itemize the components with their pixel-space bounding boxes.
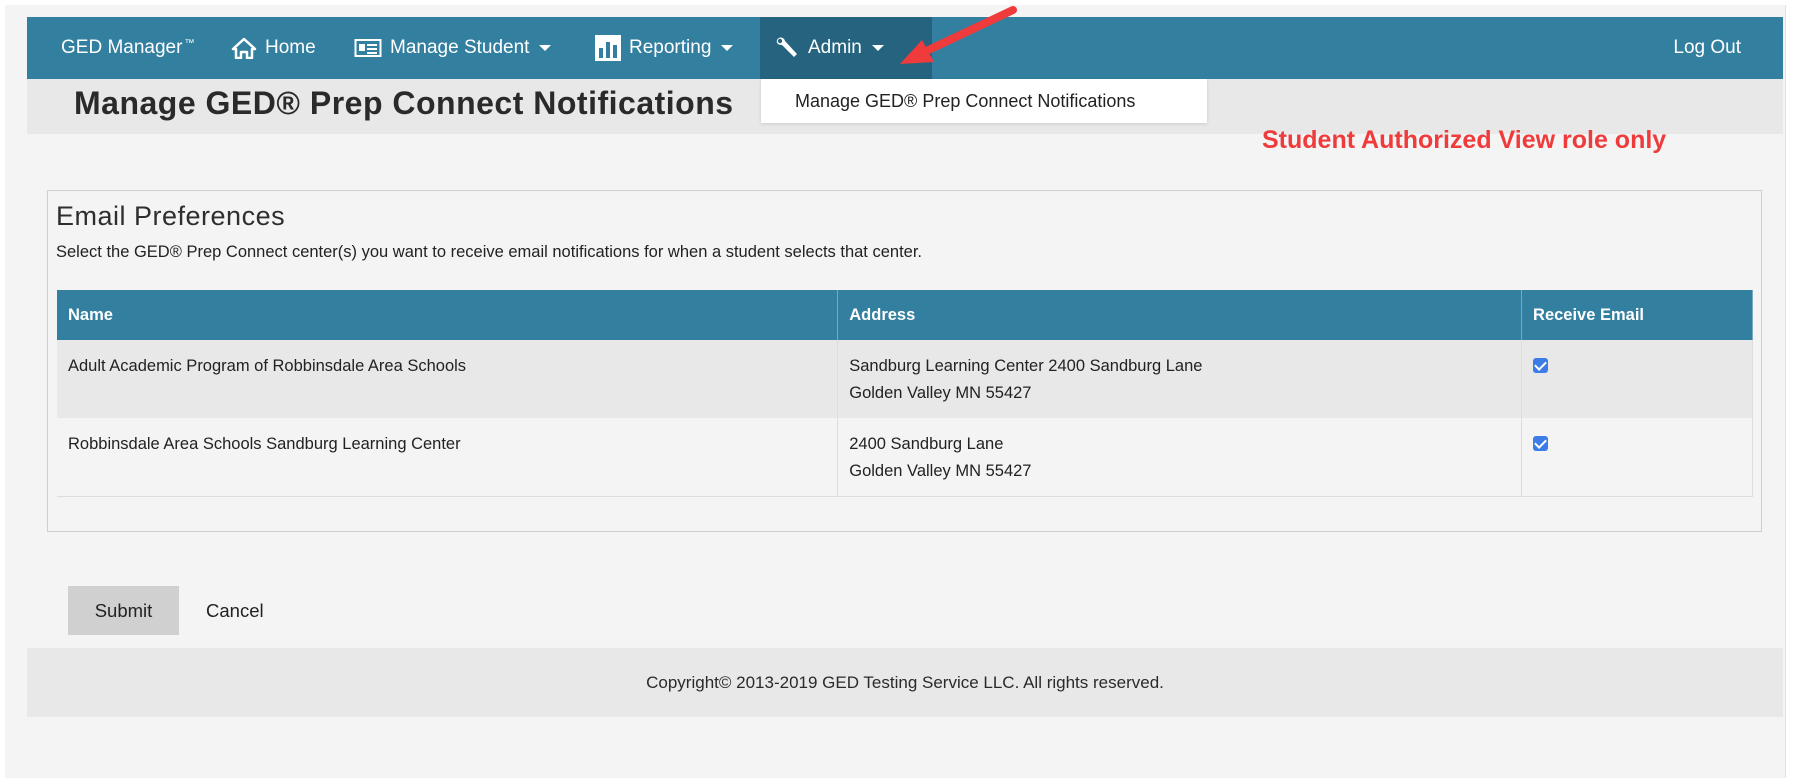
admin-dropdown-menu: Manage GED® Prep Connect Notifications [761,79,1207,123]
cell-receive-email [1521,418,1753,497]
nav-manage-student[interactable]: Manage Student [354,17,552,79]
nav-reporting-label: Reporting [629,37,712,58]
cancel-button[interactable]: Cancel [206,586,264,635]
address-line1: Sandburg Learning Center 2400 Sandburg L… [849,357,1203,375]
address-line2: Golden Valley MN 55427 [849,462,1032,480]
address-line2: Golden Valley MN 55427 [849,384,1032,402]
trademark-mark: ™ [184,38,195,49]
id-card-icon [354,38,382,58]
cell-name: Adult Academic Program of Robbinsdale Ar… [57,340,839,418]
table-header-row: Name Address Receive Email [57,290,1753,340]
page-title: Manage GED® Prep Connect Notifications [74,85,734,121]
receive-email-checkbox[interactable] [1533,436,1549,451]
caret-down-icon [871,45,884,51]
arrow-annotation [900,6,1017,64]
logout-link[interactable]: Log Out [1673,17,1741,79]
cell-address: 2400 Sandburg Lane Golden Valley MN 5542… [837,418,1523,497]
submit-button[interactable]: Submit [68,586,179,635]
nav-home-label: Home [265,37,316,58]
receive-email-checkbox[interactable] [1533,358,1549,373]
centers-table: Name Address Receive Email Adult Academi… [57,290,1753,497]
panel-heading: Email Preferences [56,201,286,231]
panel-description: Select the GED® Prep Connect center(s) y… [56,243,923,261]
table-row: Adult Academic Program of Robbinsdale Ar… [57,340,1753,418]
nav-manage-student-label: Manage Student [390,37,530,58]
column-header-address[interactable]: Address [837,290,1523,340]
footer-copyright: Copyright© 2013-2019 GED Testing Service… [27,648,1783,717]
address-line1: 2400 Sandburg Lane [849,435,1004,453]
column-header-receive-email[interactable]: Receive Email [1521,290,1753,340]
email-preferences-panel: Email Preferences Select the GED® Prep C… [47,190,1762,532]
bar-chart-icon [595,35,621,61]
nav-reporting[interactable]: Reporting [595,17,734,79]
wrench-icon [774,35,800,61]
brand-label: GED Manager [61,37,183,58]
caret-down-icon [721,45,734,51]
brand[interactable]: GED Manager ™ [61,17,194,79]
cell-address: Sandburg Learning Center 2400 Sandburg L… [837,340,1523,418]
role-annotation: Student Authorized View role only [1262,126,1667,154]
menu-item-manage-notifications[interactable]: Manage GED® Prep Connect Notifications [795,79,1135,123]
table-row: Robbinsdale Area Schools Sandburg Learni… [57,418,1753,497]
nav-home[interactable]: Home [231,17,316,79]
home-icon [231,37,257,59]
cell-receive-email [1521,340,1753,418]
caret-down-icon [539,45,552,51]
column-header-name[interactable]: Name [57,290,839,340]
nav-admin-label: Admin [808,37,862,58]
cell-name: Robbinsdale Area Schools Sandburg Learni… [57,418,839,497]
